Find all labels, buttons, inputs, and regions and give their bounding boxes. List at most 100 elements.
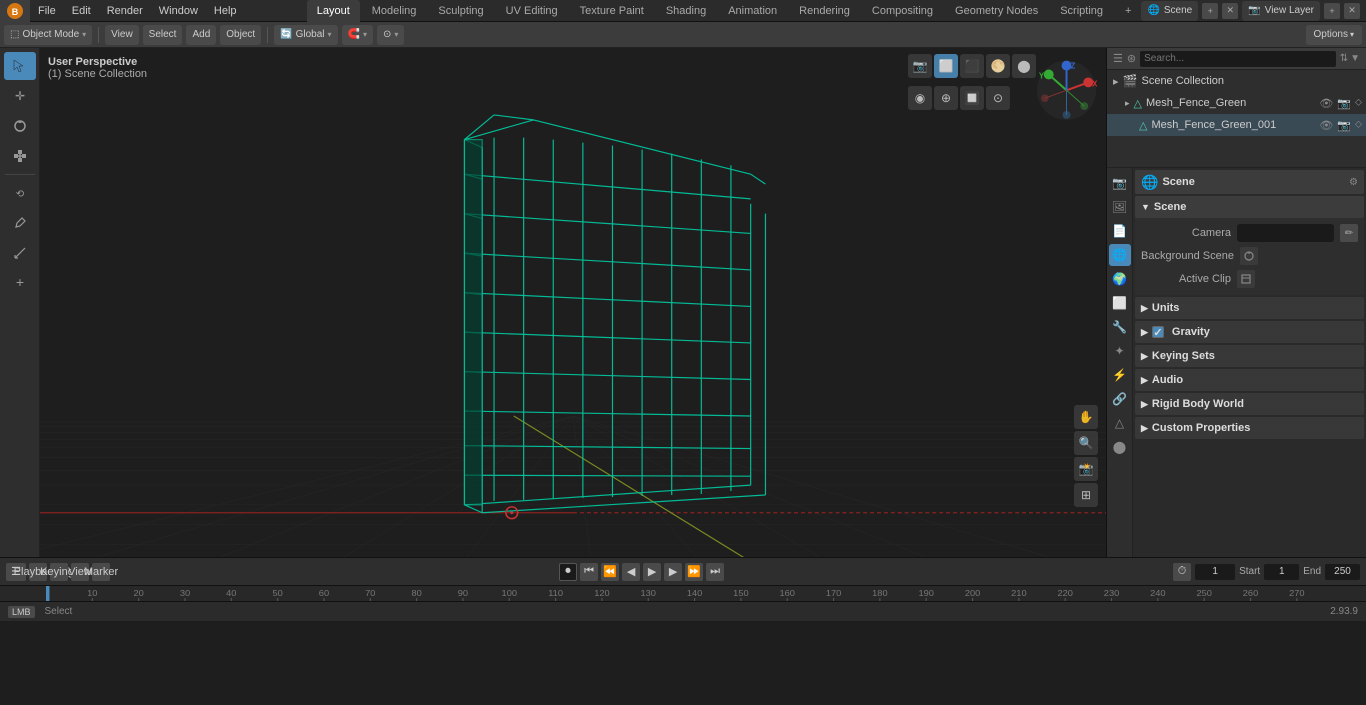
object-menu[interactable]: Object — [220, 25, 261, 45]
wireframe-btn[interactable]: ⬜ — [934, 54, 958, 78]
skip-end-btn[interactable]: ⏭ — [706, 563, 724, 581]
add-menu[interactable]: Add — [186, 25, 216, 45]
tab-shading[interactable]: Shading — [656, 0, 716, 22]
viewport-region-btn[interactable]: ⊞ — [1074, 483, 1098, 507]
tab-layout[interactable]: Layout — [307, 0, 360, 22]
prop-tab-particles[interactable]: ✦ — [1109, 340, 1131, 362]
blender-logo[interactable]: B — [0, 0, 30, 22]
prop-tab-scene[interactable]: 🌐 — [1109, 244, 1131, 266]
keying-sets-header[interactable]: ▶ Keying Sets — [1135, 345, 1364, 367]
tool-move[interactable]: ✛ — [4, 82, 36, 110]
visibility-icon-001[interactable]: 👁 — [1319, 119, 1333, 132]
proportional-btn[interactable]: ⊙ ▾ — [377, 25, 404, 45]
solid-btn[interactable]: ⬛ — [960, 54, 984, 78]
tab-texture-paint[interactable]: Texture Paint — [570, 0, 654, 22]
render-visibility-icon[interactable]: 📷 — [1337, 97, 1351, 110]
audio-section-header[interactable]: ▶ Audio — [1135, 369, 1364, 391]
tab-rendering[interactable]: Rendering — [789, 0, 860, 22]
play-btn[interactable]: ▶ — [643, 563, 661, 581]
mode-selector[interactable]: ⬚ Object Mode ▾ — [4, 25, 92, 45]
scene-btn-1[interactable]: + — [1202, 3, 1218, 19]
current-frame-input[interactable] — [1195, 564, 1235, 580]
scene-btn-2[interactable]: ✕ — [1222, 3, 1238, 19]
viewport-zoom-btn[interactable]: 🔍 — [1074, 431, 1098, 455]
material-btn[interactable]: ⬤ — [1012, 54, 1036, 78]
snap-view-btn[interactable]: 🔲 — [960, 86, 984, 110]
menu-window[interactable]: Window — [151, 0, 206, 22]
outliner-filter-btn[interactable]: ▼ — [1350, 53, 1360, 64]
prop-tab-object[interactable]: ⬜ — [1109, 292, 1131, 314]
camera-edit-btn[interactable]: ✏ — [1340, 224, 1358, 242]
gizmo-btn[interactable]: ⊕ — [934, 86, 958, 110]
prop-tab-view-layer[interactable]: 📄 — [1109, 220, 1131, 242]
menu-render[interactable]: Render — [99, 0, 151, 22]
marker-btn[interactable]: Marker — [92, 563, 110, 581]
prop-tab-physics[interactable]: ⚡ — [1109, 364, 1131, 386]
viewport-camera-lock-btn[interactable]: 📸 — [1074, 457, 1098, 481]
snap-btn[interactable]: 🧲 ▾ — [342, 25, 373, 45]
viewport-3d[interactable]: User Perspective (1) Scene Collection — [40, 48, 1106, 557]
rendered-btn[interactable]: 🌕 — [986, 54, 1010, 78]
gravity-section-header[interactable]: ▶ ✓ Gravity — [1135, 321, 1364, 343]
view-layer-selector[interactable]: 📷 View Layer — [1242, 1, 1320, 21]
outliner-search[interactable] — [1140, 51, 1336, 67]
transform-btn[interactable]: 🔄 Global ▾ — [274, 25, 337, 45]
proportional-edit-btn[interactable]: ⊙ — [986, 86, 1010, 110]
skip-start-btn[interactable]: ⏮ — [580, 563, 598, 581]
camera-value[interactable] — [1237, 224, 1334, 242]
tool-measure[interactable] — [4, 239, 36, 267]
select-menu[interactable]: Select — [143, 25, 183, 45]
prop-tab-render[interactable]: 📷 — [1109, 172, 1131, 194]
outliner-sort-btn[interactable]: ⇅ — [1340, 53, 1348, 64]
tab-geometry-nodes[interactable]: Geometry Nodes — [945, 0, 1048, 22]
options-btn[interactable]: Options ▾ — [1306, 25, 1362, 45]
tool-rotate[interactable] — [4, 112, 36, 140]
prop-tab-modifier[interactable]: 🔧 — [1109, 316, 1131, 338]
tab-compositing[interactable]: Compositing — [862, 0, 943, 22]
tab-add[interactable]: + — [1115, 0, 1141, 22]
visibility-icon[interactable]: 👁 — [1319, 97, 1333, 110]
tab-uv-editing[interactable]: UV Editing — [496, 0, 568, 22]
tab-animation[interactable]: Animation — [718, 0, 787, 22]
prop-tab-world[interactable]: 🌍 — [1109, 268, 1131, 290]
menu-help[interactable]: Help — [206, 0, 245, 22]
select-icon-001[interactable]: ⬦ — [1355, 119, 1362, 132]
prev-keyframe-btn[interactable]: ⏪ — [601, 563, 619, 581]
units-section-header[interactable]: ▶ Units — [1135, 297, 1364, 319]
prop-settings-btn[interactable]: ⚙ — [1349, 177, 1358, 188]
tab-sculpting[interactable]: Sculpting — [428, 0, 493, 22]
outliner-mesh-fence-green-001[interactable]: △ Mesh_Fence_Green_001 👁 📷 ⬦ — [1107, 114, 1366, 136]
next-keyframe-btn[interactable]: ⏩ — [685, 563, 703, 581]
view-layer-btn-1[interactable]: + — [1324, 3, 1340, 19]
view-layer-btn-2[interactable]: ✕ — [1344, 3, 1360, 19]
end-frame-input[interactable] — [1325, 564, 1360, 580]
frame-clock-btn[interactable]: ⏱ — [1173, 563, 1191, 581]
start-frame-input[interactable] — [1264, 564, 1299, 580]
gravity-checkbox[interactable]: ✓ — [1152, 326, 1164, 338]
scene-selector[interactable]: 🌐 Scene — [1141, 1, 1198, 21]
tool-cursor[interactable] — [4, 52, 36, 80]
prop-tab-data[interactable]: △ — [1109, 412, 1131, 434]
tool-annotate[interactable] — [4, 209, 36, 237]
custom-props-header[interactable]: ▶ Custom Properties — [1135, 417, 1364, 439]
record-btn[interactable]: ⏺ — [559, 563, 577, 581]
prop-tab-material[interactable]: ⬤ — [1109, 436, 1131, 458]
outliner-mesh-fence-green[interactable]: ▸ △ Mesh_Fence_Green 👁 📷 ⬦ — [1107, 92, 1366, 114]
next-frame-btn[interactable]: ▶ — [664, 563, 682, 581]
menu-file[interactable]: File — [30, 0, 64, 22]
prop-tab-constraints[interactable]: 🔗 — [1109, 388, 1131, 410]
tool-add[interactable]: + — [4, 269, 36, 297]
tool-transform[interactable]: ⟲ — [4, 179, 36, 207]
viewport-hand-btn[interactable]: ✋ — [1074, 405, 1098, 429]
overlay-btn[interactable]: ◉ — [908, 86, 932, 110]
menu-edit[interactable]: Edit — [64, 0, 99, 22]
background-scene-icon-btn[interactable] — [1240, 247, 1258, 265]
camera-view-btn[interactable]: 📷 — [908, 54, 932, 78]
view-menu[interactable]: View — [105, 25, 139, 45]
rigid-body-world-header[interactable]: ▶ Rigid Body World — [1135, 393, 1364, 415]
tab-scripting[interactable]: Scripting — [1050, 0, 1113, 22]
keying-btn[interactable]: Keying ▾ — [50, 563, 68, 581]
tool-scale[interactable] — [4, 142, 36, 170]
tab-modeling[interactable]: Modeling — [362, 0, 427, 22]
select-icon[interactable]: ⬦ — [1355, 97, 1362, 110]
